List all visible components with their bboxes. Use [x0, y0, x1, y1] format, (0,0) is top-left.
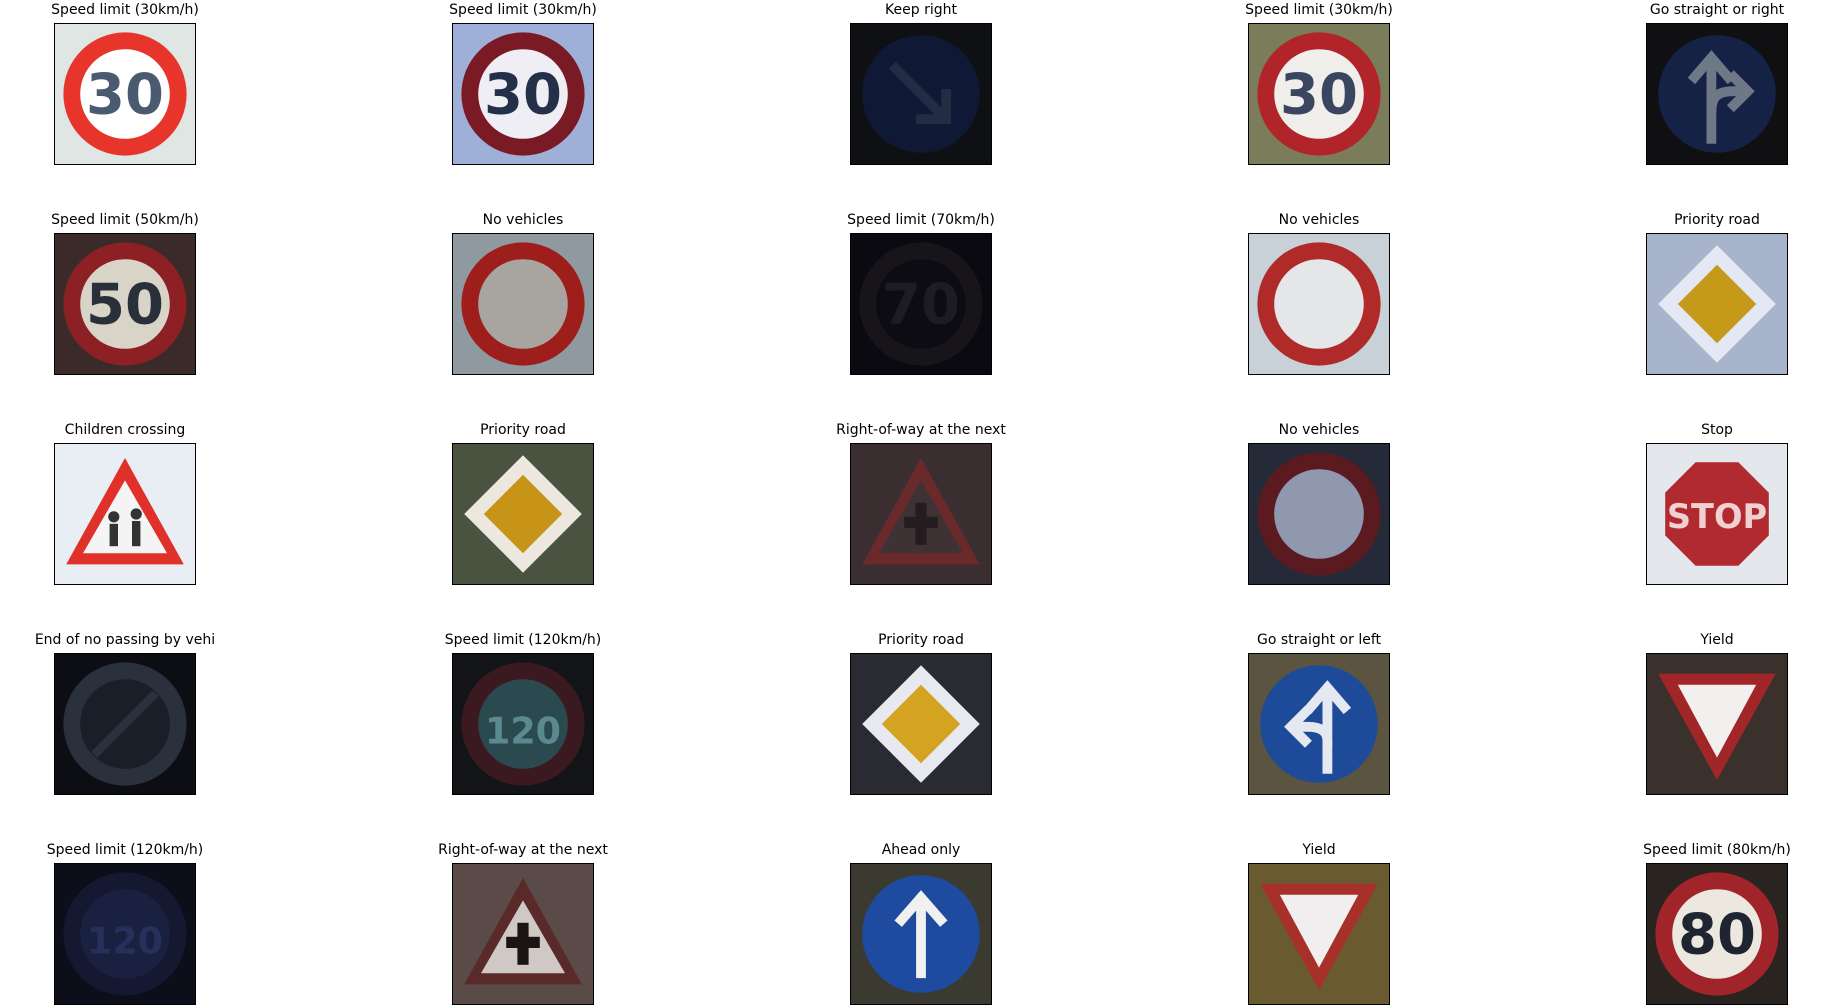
image-title: Speed limit (30km/h) [449, 2, 597, 18]
sign-number: 30 [484, 63, 562, 128]
image-title: Right-of-way at the next [836, 422, 1006, 438]
image-title: Right-of-way at the next [438, 842, 608, 858]
sign-graphic: 30 [55, 24, 195, 164]
sign-graphic: 70 [851, 234, 991, 374]
sign-image [1646, 653, 1788, 795]
image-title: Speed limit (120km/h) [444, 632, 602, 648]
sign-image: 30 [1248, 23, 1390, 165]
image-title: Speed limit (80km/h) [1643, 842, 1791, 858]
sign-image [1646, 233, 1788, 375]
image-title: Ahead only [881, 842, 961, 858]
sign-graphic: 80 [1647, 864, 1787, 1004]
sign-image [850, 443, 992, 585]
sign-graphic: 30 [1249, 24, 1389, 164]
image-title: No vehicles [482, 212, 564, 228]
sign-image [1248, 233, 1390, 375]
sign-image [452, 863, 594, 1005]
image-title: Priority road [1674, 212, 1760, 228]
sign-image [850, 863, 992, 1005]
cross-icon [506, 936, 540, 948]
sign-image: 30 [54, 23, 196, 165]
sign-graphic [1647, 654, 1787, 794]
sign-graphic: 50 [55, 234, 195, 374]
sign-graphic [1249, 864, 1389, 1004]
sign-number: 80 [1678, 903, 1756, 968]
image-title: Children crossing [64, 422, 186, 438]
sign-image: 50 [54, 233, 196, 375]
sign-graphic [851, 864, 991, 1004]
sign-image [1248, 443, 1390, 585]
sign-graphic: 120 [453, 654, 593, 794]
sign-graphic [1249, 444, 1389, 584]
sign-image [54, 443, 196, 585]
image-title: Speed limit (70km/h) [847, 212, 995, 228]
sign-image: STOP [1646, 443, 1788, 585]
sign-image [1646, 23, 1788, 165]
sign-image [452, 233, 594, 375]
sign-number: 120 [87, 920, 163, 963]
image-title: Speed limit (30km/h) [51, 2, 199, 18]
sign-face [1274, 469, 1364, 559]
sign-image: 120 [452, 653, 594, 795]
sign-image: 80 [1646, 863, 1788, 1005]
image-title: Go straight or left [1256, 632, 1382, 648]
sign-graphic: 30 [453, 24, 593, 164]
image-title: End of no passing by vehi [34, 632, 216, 648]
image-title: Go straight or right [1649, 2, 1785, 18]
dark-overlay [851, 24, 991, 164]
image-title: Stop [1701, 422, 1733, 438]
image-title: Speed limit (50km/h) [51, 212, 199, 228]
sign-face [1274, 259, 1364, 349]
sign-image [452, 443, 594, 585]
sign-image: 30 [452, 23, 594, 165]
sign-graphic [1647, 234, 1787, 374]
sign-number: 50 [86, 273, 164, 338]
sign-graphic: 120 [55, 864, 195, 1004]
sign-graphic [55, 444, 195, 584]
sign-number: 120 [485, 710, 561, 753]
sign-graphic [851, 24, 991, 164]
sign-face [478, 259, 568, 349]
sign-number: 30 [1280, 63, 1358, 128]
sign-graphic [851, 654, 991, 794]
sign-image [850, 23, 992, 165]
sign-graphic [1249, 654, 1389, 794]
dark-overlay [1647, 24, 1787, 164]
image-title: Priority road [480, 422, 566, 438]
image-title: No vehicles [1278, 422, 1360, 438]
sign-image: 70 [850, 233, 992, 375]
sign-graphic [851, 444, 991, 584]
sign-graphic [1249, 234, 1389, 374]
image-grid: Speed limit (30km/h) 30 Speed limit (30km/… [0, 0, 1848, 1005]
sign-graphic [453, 864, 593, 1004]
sign-graphic [453, 444, 593, 584]
sign-graphic [453, 234, 593, 374]
sign-text: STOP [1667, 497, 1767, 536]
sign-graphic [55, 654, 195, 794]
sign-image [54, 653, 196, 795]
image-title: Yield [1302, 842, 1336, 858]
image-title: Speed limit (120km/h) [46, 842, 204, 858]
image-title: Keep right [885, 2, 957, 18]
image-title: Priority road [878, 632, 964, 648]
sign-graphic [1647, 24, 1787, 164]
image-title: No vehicles [1278, 212, 1360, 228]
sign-image [850, 653, 992, 795]
sign-number: 30 [86, 63, 164, 128]
sign-image [1248, 863, 1390, 1005]
image-title: Speed limit (30km/h) [1245, 2, 1393, 18]
sign-image: 120 [54, 863, 196, 1005]
sign-graphic: STOP [1647, 444, 1787, 584]
sign-image [1248, 653, 1390, 795]
image-title: Yield [1700, 632, 1734, 648]
sign-number: 70 [882, 273, 960, 338]
cross-icon [904, 516, 938, 528]
